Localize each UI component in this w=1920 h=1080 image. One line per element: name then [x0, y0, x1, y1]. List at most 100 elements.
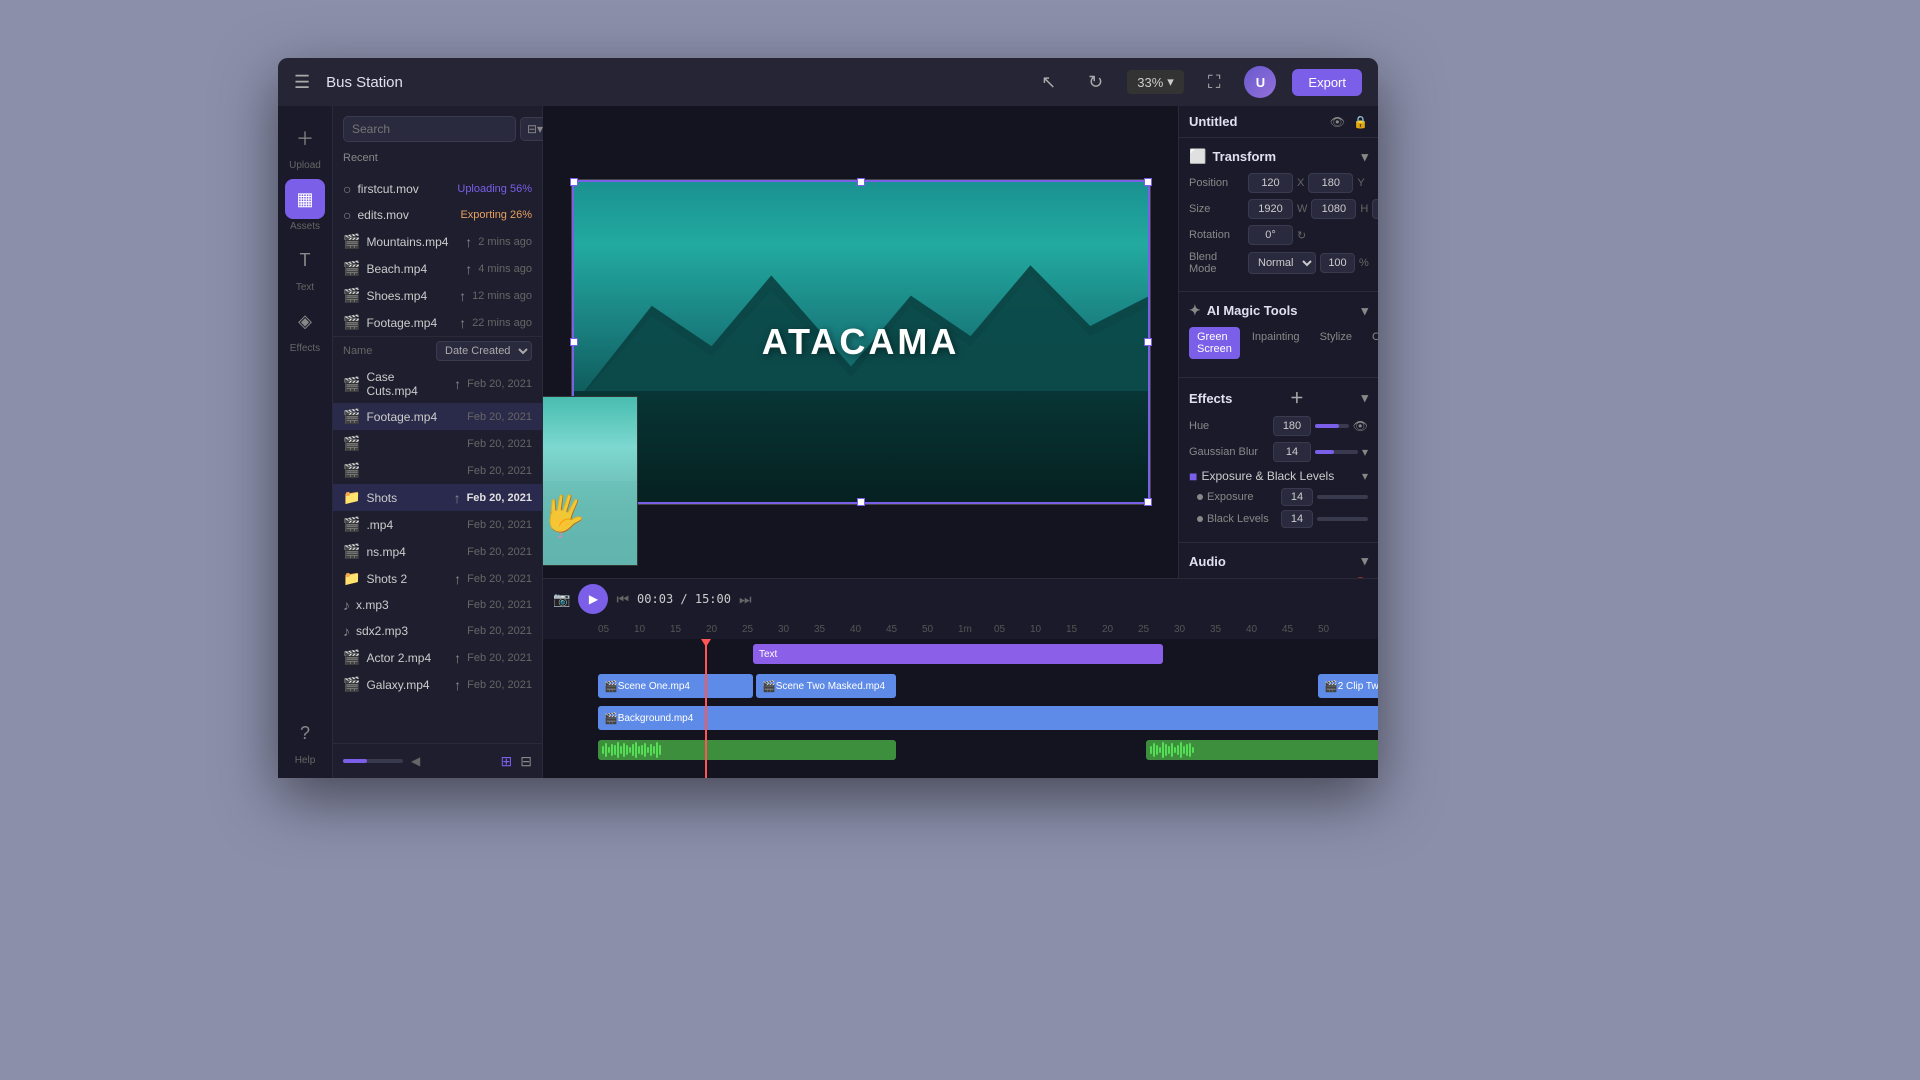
transform-chevron[interactable]: ▾ [1361, 149, 1368, 165]
file-item-clip6[interactable]: 🎬 ns.mp4 Feb 20, 2021 [333, 538, 542, 565]
tab-stylize[interactable]: Stylize [1312, 327, 1360, 359]
text-clip[interactable]: Text [753, 644, 1163, 664]
floating-preview-image: 🦩 🦩 🦩 🦩 🦩 🖐 [543, 397, 637, 565]
assets-label: Assets [290, 221, 320, 232]
file-item-actor2[interactable]: 🎬 Actor 2.mp4 ↑ Feb 20, 2021 [333, 644, 542, 671]
file-item-edits[interactable]: ○ edits.mov Exporting 26% [333, 202, 542, 228]
file-time: 22 mins ago [472, 317, 532, 329]
clip-label-3: 2 Clip Two.mp4 [1338, 681, 1378, 692]
hue-eye-icon[interactable]: 👁 [1353, 419, 1368, 433]
file-item-shots2[interactable]: 📁 Shots 2 ↑ Feb 20, 2021 [333, 565, 542, 592]
export-button[interactable]: Export [1292, 69, 1362, 96]
search-input[interactable] [343, 116, 516, 142]
ruler-mark: 10 [1030, 624, 1066, 635]
exposure-label: Exposure & Black Levels [1201, 469, 1334, 483]
audio-clip-1[interactable] [598, 740, 896, 760]
add-effect-button[interactable]: ＋ [1290, 388, 1304, 408]
file-item-galaxy[interactable]: 🎬 Galaxy.mp4 ↑ Feb 20, 2021 [333, 671, 542, 698]
exposure-section-header[interactable]: ■ Exposure & Black Levels ▾ [1189, 468, 1368, 484]
audio-clip-2[interactable] [1146, 740, 1378, 760]
list-view-icon[interactable]: ⊟ [520, 753, 532, 770]
tab-inpainting[interactable]: Inpainting [1244, 327, 1308, 359]
file-item-casecuts[interactable]: 🎬 Case Cuts.mp4 ↑ Feb 20, 2021 [333, 365, 542, 403]
file-item-firstcut[interactable]: ○ firstcut.mov Uploading 56% [333, 176, 542, 202]
effects-chevron[interactable]: ▾ [1361, 390, 1368, 406]
blend-select[interactable]: Normal [1248, 252, 1316, 274]
effects-icon[interactable]: ◈ [285, 301, 325, 341]
eye-icon[interactable]: 👁 [1330, 115, 1345, 129]
file-item-clip5[interactable]: 🎬 .mp4 Feb 20, 2021 [333, 511, 542, 538]
file-item-shoes[interactable]: 🎬 Shoes.mp4 ↑ 12 mins ago [333, 282, 542, 309]
background-clip[interactable]: 🎬 Background.mp4 [598, 706, 1378, 730]
play-button[interactable]: ▶ [578, 584, 608, 614]
file-item-mountains[interactable]: 🎬 Mountains.mp4 ↑ 2 mins ago [333, 228, 542, 255]
hue-slider[interactable] [1315, 424, 1349, 428]
blend-label: Blend Mode [1189, 251, 1244, 275]
cursor-tool-icon[interactable]: ↖ [1033, 68, 1064, 97]
rotation-input[interactable] [1248, 225, 1293, 245]
audio-chevron[interactable]: ▾ [1361, 553, 1368, 569]
blur-input[interactable] [1273, 442, 1311, 462]
size-extra-input[interactable] [1372, 199, 1378, 219]
bg-clip-icon: 🎬 [604, 712, 618, 725]
file-item-shots[interactable]: 📁 Shots ↑ Feb 20, 2021 [333, 484, 542, 511]
file-item-clip4[interactable]: 🎬 Feb 20, 2021 [333, 457, 542, 484]
black-levels-slider[interactable] [1317, 517, 1368, 521]
text-icon[interactable]: T [285, 240, 325, 280]
ruler-mark: 35 [1210, 624, 1246, 635]
file-item-beach[interactable]: 🎬 Beach.mp4 ↑ 4 mins ago [333, 255, 542, 282]
rotate-tool-icon[interactable]: ↻ [1080, 68, 1111, 97]
position-y-input[interactable] [1308, 173, 1353, 193]
exposure-expand-icon[interactable]: ▾ [1362, 469, 1368, 483]
prev-icon[interactable]: ⏮ [616, 591, 629, 608]
grid-view-icon[interactable]: ⊞ [501, 753, 513, 770]
effects-label: Effects [290, 343, 320, 354]
zoom-button[interactable]: 33% ▾ [1127, 70, 1184, 94]
clip-two-clip[interactable]: 🎬 2 Clip Two.mp4 [1318, 674, 1378, 698]
blur-expand-icon[interactable]: ▾ [1362, 445, 1368, 459]
file-date: Feb 20, 2021 [467, 465, 532, 477]
lock-icon[interactable]: 🔒 [1353, 115, 1368, 129]
upload-icon[interactable]: ＋ [285, 118, 325, 158]
sidebar-item-effects[interactable]: ◈ Effects [285, 301, 325, 354]
audio-section: Audio ▾ Volume 🔇 [1179, 543, 1378, 578]
scene-one-clip[interactable]: 🎬 Scene One.mp4 [598, 674, 753, 698]
ai-magic-chevron[interactable]: ▾ [1361, 303, 1368, 319]
tab-color[interactable]: Color [1364, 327, 1378, 359]
tab-green-screen[interactable]: Green Screen [1189, 327, 1240, 359]
camera-icon[interactable]: 📷 [553, 591, 570, 608]
file-export-icon: ○ [343, 207, 351, 223]
sidebar-item-upload[interactable]: ＋ Upload [285, 118, 325, 171]
file-name: Footage.mp4 [366, 316, 453, 330]
scene-two-clip[interactable]: 🎬 Scene Two Masked.mp4 [756, 674, 896, 698]
position-x-input[interactable] [1248, 173, 1293, 193]
sidebar-item-help[interactable]: ? Help [285, 713, 325, 766]
fullscreen-icon[interactable]: ⛶ [1200, 68, 1229, 97]
exposure-dot [1197, 494, 1203, 500]
file-item-sdx2[interactable]: ♪ sdx2.mp3 Feb 20, 2021 [333, 618, 542, 644]
exposure-slider[interactable] [1317, 495, 1368, 499]
hue-input[interactable] [1273, 416, 1311, 436]
file-item-footage2[interactable]: 🎬 Footage.mp4 Feb 20, 2021 [333, 403, 542, 430]
col-name-header: Name [343, 345, 432, 357]
file-item-clip3[interactable]: 🎬 Feb 20, 2021 [333, 430, 542, 457]
blur-slider[interactable] [1315, 450, 1358, 454]
black-levels-input[interactable] [1281, 510, 1313, 528]
exposure-input[interactable] [1281, 488, 1313, 506]
assets-icon[interactable]: ▦ [285, 179, 325, 219]
size-h-input[interactable] [1311, 199, 1356, 219]
help-icon[interactable]: ? [285, 713, 325, 753]
blend-pct[interactable] [1320, 253, 1355, 273]
sidebar-item-assets[interactable]: ▦ Assets [285, 179, 325, 232]
playhead[interactable] [705, 639, 707, 778]
project-title: Bus Station [326, 74, 403, 91]
size-w-input[interactable] [1248, 199, 1293, 219]
next-icon[interactable]: ⏭ [739, 591, 752, 608]
menu-icon[interactable]: ☰ [294, 72, 310, 93]
rotation-icon: ↻ [1297, 229, 1306, 242]
sort-select[interactable]: Date Created [436, 341, 532, 361]
file-item-footage[interactable]: 🎬 Footage.mp4 ↑ 22 mins ago [333, 309, 542, 336]
file-item-mp3[interactable]: ♪ x.mp3 Feb 20, 2021 [333, 592, 542, 618]
sidebar-item-text[interactable]: T Text [285, 240, 325, 293]
blend-row: Blend Mode Normal % [1189, 251, 1368, 275]
